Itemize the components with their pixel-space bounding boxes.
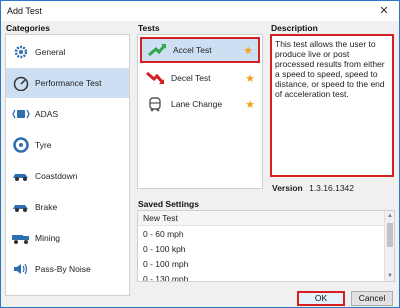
lane-change-icon	[144, 95, 166, 113]
saved-settings-heading: Saved Settings	[138, 199, 199, 209]
description-heading: Description	[271, 23, 318, 33]
test-label: Accel Test	[173, 45, 212, 55]
category-label: Performance Test	[35, 78, 102, 88]
favorite-star-icon[interactable]: ★	[242, 44, 254, 57]
category-item-pass-by-noise[interactable]: Pass-By Noise	[6, 254, 129, 284]
saved-setting-row[interactable]: 0 - 100 kph	[138, 242, 384, 257]
category-label: Mining	[35, 233, 61, 243]
window-title: Add Test	[7, 6, 42, 16]
version-info: Version 1.3.16.1342	[272, 183, 354, 193]
coastdown-icon	[11, 168, 31, 184]
saved-setting-row[interactable]: 0 - 130 mph	[138, 272, 384, 281]
favorite-star-icon[interactable]: ★	[244, 98, 256, 111]
categories-heading: Categories	[6, 23, 50, 33]
saved-setting-new-test[interactable]: New Test	[138, 211, 384, 226]
saved-settings-list: New Test 0 - 60 mph 0 - 100 kph 0 - 100 …	[137, 210, 395, 282]
saved-setting-row[interactable]: 0 - 100 mph	[138, 257, 384, 272]
test-item-decel-test[interactable]: Decel Test ★	[140, 65, 260, 91]
category-item-brake[interactable]: Brake	[6, 192, 129, 222]
category-label: Brake	[35, 202, 58, 212]
saved-setting-row[interactable]: 0 - 60 mph	[138, 227, 384, 242]
categories-list: General Performance Test ADAS Tyre Coast…	[5, 34, 130, 296]
category-item-performance-test[interactable]: Performance Test	[6, 68, 129, 98]
test-item-lane-change[interactable]: Lane Change ★	[140, 91, 260, 117]
test-item-accel-test[interactable]: Accel Test ★	[140, 37, 260, 63]
favorite-star-icon[interactable]: ★	[244, 72, 256, 85]
category-label: General	[35, 47, 66, 57]
category-label: Coastdown	[35, 171, 78, 181]
close-icon[interactable]: ✕	[377, 4, 391, 18]
version-value: 1.3.16.1342	[309, 183, 354, 193]
test-label: Lane Change	[171, 99, 223, 109]
ok-button[interactable]: OK	[297, 291, 345, 306]
cancel-button[interactable]: Cancel	[351, 291, 393, 306]
brake-icon	[11, 199, 31, 215]
category-label: ADAS	[35, 109, 59, 119]
version-label: Version	[272, 183, 303, 193]
speaker-icon	[11, 261, 31, 277]
scroll-up-icon[interactable]: ▲	[386, 212, 394, 220]
accel-arrow-icon	[146, 41, 168, 59]
category-item-general[interactable]: General	[6, 37, 129, 67]
mining-truck-icon	[11, 230, 31, 246]
tyre-icon	[11, 137, 31, 153]
add-test-dialog: Add Test ✕ Categories Tests Description …	[0, 0, 400, 308]
category-item-tyre[interactable]: Tyre	[6, 130, 129, 160]
category-label: Tyre	[35, 140, 52, 150]
tests-list: Accel Test ★ Decel Test ★ Lane Change ★	[137, 34, 263, 189]
speedometer-icon	[11, 75, 31, 91]
decel-arrow-icon	[144, 69, 166, 87]
category-item-adas[interactable]: ADAS	[6, 99, 129, 129]
description-text: This test allows the user to produce liv…	[270, 34, 394, 177]
scroll-down-icon[interactable]: ▼	[386, 272, 394, 280]
saved-settings-scrollbar[interactable]: ▲ ▼	[384, 211, 394, 281]
title-bar: Add Test ✕	[1, 1, 399, 21]
test-label: Decel Test	[171, 73, 211, 83]
category-label: Pass-By Noise	[35, 264, 91, 274]
category-item-mining[interactable]: Mining	[6, 223, 129, 253]
gear-icon	[11, 44, 31, 60]
category-item-coastdown[interactable]: Coastdown	[6, 161, 129, 191]
tests-heading: Tests	[138, 23, 160, 33]
scroll-thumb[interactable]	[387, 223, 393, 247]
adas-icon	[11, 106, 31, 122]
